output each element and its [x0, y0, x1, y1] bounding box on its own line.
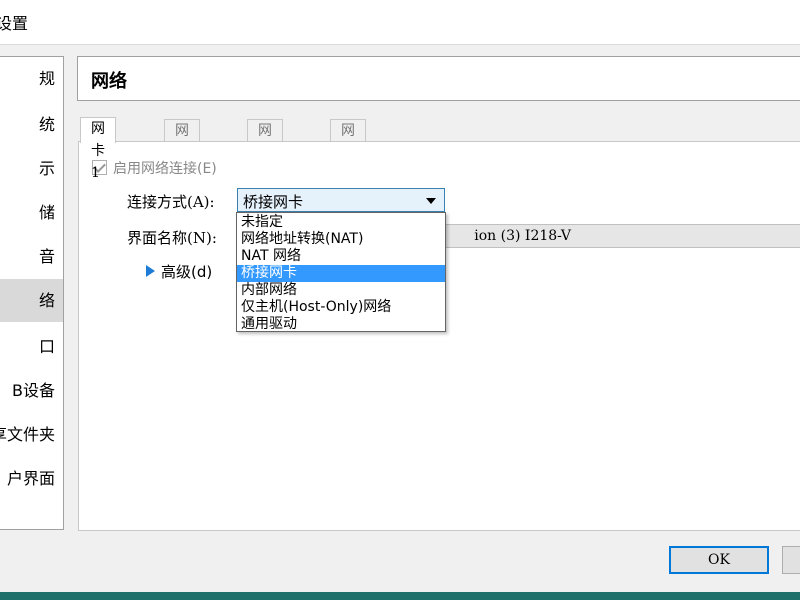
settings-sidebar: 规 统 示 储 音 络 口 B设备 享文件夹 户界面 — [0, 56, 64, 530]
desktop-background-strip — [0, 592, 800, 600]
page-title: 网络 — [91, 71, 127, 92]
attach-type-label: 连接方式(A): — [127, 193, 215, 211]
sidebar-item-label: 储 — [38, 203, 55, 222]
tab-adapter-1[interactable]: 网卡 1 — [80, 117, 116, 181]
interface-name-label: 界面名称(N): — [127, 229, 217, 247]
sidebar-item-label: 络 — [38, 291, 55, 310]
sidebar-item-label: 音 — [38, 247, 55, 266]
dropdown-option-not-attached[interactable]: 未指定 — [237, 214, 445, 231]
ok-button[interactable]: OK — [669, 546, 769, 574]
page-header: 网络 — [77, 56, 800, 101]
sidebar-item-network[interactable]: 络 — [0, 279, 63, 322]
enable-network-checkbox[interactable]: 启用网络连接(E) — [92, 158, 217, 178]
sidebar-item-general[interactable]: 规 — [0, 57, 63, 100]
tab-adapter-2[interactable]: 网卡 2 — [164, 119, 200, 183]
title-bar: 设置 ' — [0, 0, 800, 45]
advanced-toggle[interactable]: 高级(d) — [146, 261, 212, 282]
sidebar-item-label: 示 — [38, 159, 55, 178]
attach-type-select[interactable]: 桥接网卡 — [237, 188, 445, 212]
dropdown-option-host-only[interactable]: 仅主机(Host-Only)网络 — [237, 299, 445, 316]
enable-network-label: 启用网络连接(E) — [113, 161, 217, 177]
dropdown-option-bridged[interactable]: 桥接网卡 — [237, 265, 445, 282]
sidebar-item-display[interactable]: 示 — [0, 147, 63, 190]
sidebar-item-label: 规 — [38, 69, 55, 88]
sidebar-item-system[interactable]: 统 — [0, 103, 63, 146]
sidebar-item-label: 户界面 — [6, 469, 55, 488]
sidebar-item-label: 享文件夹 — [0, 425, 55, 444]
attach-type-dropdown-list: 未指定 网络地址转换(NAT) NAT 网络 桥接网卡 内部网络 仅主机(Hos… — [236, 212, 446, 332]
sidebar-item-serial-ports[interactable]: 口 — [0, 325, 63, 368]
sidebar-item-usb[interactable]: B设备 — [0, 369, 63, 412]
sidebar-item-audio[interactable]: 音 — [0, 235, 63, 278]
advanced-label: 高级(d) — [161, 263, 213, 281]
interface-name-value: ion (3) I218-V — [474, 228, 571, 244]
tab-adapter-3[interactable]: 网卡 3 — [247, 119, 283, 183]
sidebar-item-label: 口 — [38, 337, 55, 356]
window-title: 设置 — [0, 14, 29, 33]
expand-triangle-icon — [146, 265, 155, 277]
chevron-down-icon — [426, 198, 436, 204]
sidebar-item-label: B设备 — [12, 381, 55, 400]
tab-adapter-4[interactable]: 网卡 4 — [330, 119, 366, 183]
dropdown-option-nat-network[interactable]: NAT 网络 — [237, 248, 445, 265]
sidebar-item-user-interface[interactable]: 户界面 — [0, 457, 63, 500]
sidebar-item-label: 统 — [38, 115, 55, 134]
dropdown-option-internal[interactable]: 内部网络 — [237, 282, 445, 299]
attach-type-value: 桥接网卡 — [243, 193, 304, 211]
cancel-button[interactable] — [782, 546, 800, 574]
dropdown-option-generic[interactable]: 通用驱动 — [237, 316, 445, 333]
sidebar-item-shared-folders[interactable]: 享文件夹 — [0, 413, 63, 456]
dropdown-option-nat[interactable]: 网络地址转换(NAT) — [237, 231, 445, 248]
sidebar-item-storage[interactable]: 储 — [0, 191, 63, 234]
